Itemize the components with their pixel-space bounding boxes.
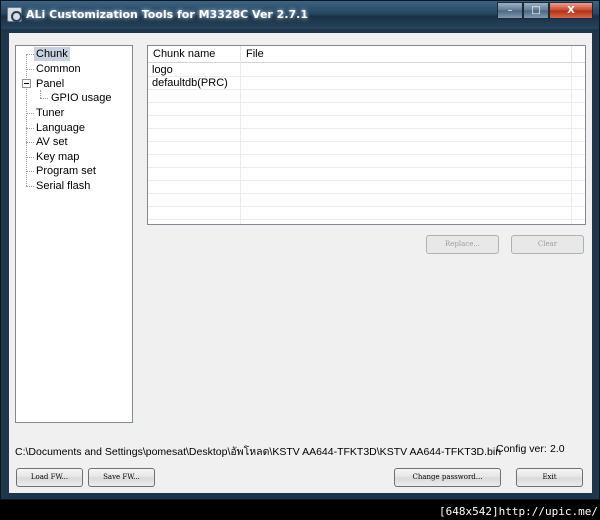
firmware-path: C:\Documents and Settings\pomesat\Deskto… xyxy=(15,446,502,458)
column-header-file[interactable]: File xyxy=(241,46,572,63)
load-fw-button[interactable]: Load FW... xyxy=(16,468,83,487)
chunk-file-cell xyxy=(241,77,245,90)
exit-button[interactable]: Exit xyxy=(516,468,583,487)
app-window: ALi Customization Tools for M3328C Ver 2… xyxy=(0,0,600,500)
tree-item-serial-flash[interactable]: Serial flash xyxy=(34,179,92,193)
empty-row xyxy=(148,103,585,116)
empty-row xyxy=(148,155,585,168)
empty-row xyxy=(148,168,585,181)
client-area: Chunk Common Panel GPIO usage Tuner Lang… xyxy=(9,33,592,493)
tree-item-common[interactable]: Common xyxy=(34,62,83,76)
tree-connector-line xyxy=(26,171,34,172)
chunk-name-cell: logo xyxy=(152,64,173,76)
collapse-toggle-icon[interactable] xyxy=(22,79,31,88)
tree-connector-line xyxy=(26,54,27,186)
config-version-value: 2.0 xyxy=(550,443,565,455)
tree-connector-line xyxy=(26,69,34,70)
empty-row xyxy=(148,207,585,220)
window-controls: – □ X xyxy=(497,2,593,19)
save-fw-button[interactable]: Save FW... xyxy=(88,468,155,487)
change-password-button[interactable]: Change password... xyxy=(394,468,501,487)
tree-item-panel[interactable]: Panel xyxy=(34,77,66,91)
empty-row xyxy=(148,90,585,103)
empty-row xyxy=(148,181,585,194)
tree-item-language[interactable]: Language xyxy=(34,121,87,135)
tree-connector-line xyxy=(26,142,34,143)
tree-item-key-map[interactable]: Key map xyxy=(34,150,81,164)
chunk-list-header: Chunk name File xyxy=(148,46,585,63)
tree-connector-line xyxy=(26,186,34,187)
maximize-button[interactable]: □ xyxy=(523,2,549,19)
tree-item-chunk[interactable]: Chunk xyxy=(34,47,70,61)
window-title: ALi Customization Tools for M3328C Ver 2… xyxy=(26,8,309,21)
tree-connector-line xyxy=(26,113,34,114)
tree-connector-line xyxy=(26,157,34,158)
tree-connector-line xyxy=(26,128,34,129)
chunk-list[interactable]: Chunk name File logo defaultdb(PRC) xyxy=(147,45,586,225)
table-row[interactable]: logo xyxy=(148,64,585,77)
clear-button[interactable]: Clear xyxy=(511,235,584,254)
config-version-label: Config ver: xyxy=(496,443,547,455)
replace-button[interactable]: Replace... xyxy=(426,235,499,254)
settings-tree[interactable]: Chunk Common Panel GPIO usage Tuner Lang… xyxy=(15,45,133,423)
empty-row xyxy=(148,116,585,129)
empty-row xyxy=(148,194,585,207)
app-icon[interactable] xyxy=(7,7,22,22)
empty-row xyxy=(148,129,585,142)
tree-connector-line xyxy=(26,54,34,55)
chunk-name-cell: defaultdb(PRC) xyxy=(152,77,228,89)
table-row[interactable]: defaultdb(PRC) xyxy=(148,77,585,90)
minimize-button[interactable]: – xyxy=(497,2,523,19)
empty-row xyxy=(148,142,585,155)
tree-connector-line xyxy=(40,90,41,98)
column-header-chunk-name[interactable]: Chunk name xyxy=(148,46,241,63)
close-button[interactable]: X xyxy=(549,2,593,19)
title-bar[interactable]: ALi Customization Tools for M3328C Ver 2… xyxy=(1,1,599,29)
chunk-file-cell xyxy=(241,64,245,77)
tree-connector-line xyxy=(40,98,48,99)
tree-item-program-set[interactable]: Program set xyxy=(34,164,98,178)
watermark-text: [648x542]http://upic.me/ xyxy=(439,505,598,518)
tree-item-gpio-usage[interactable]: GPIO usage xyxy=(49,91,114,105)
tree-item-av-set[interactable]: AV set xyxy=(34,135,70,149)
tree-item-tuner[interactable]: Tuner xyxy=(34,106,66,120)
